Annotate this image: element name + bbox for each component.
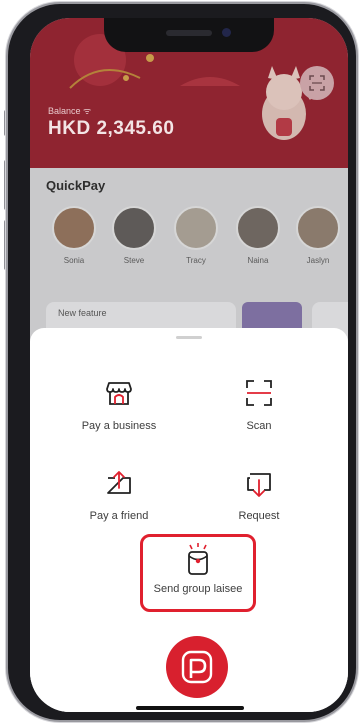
home-indicator [136, 706, 244, 710]
contact-steve[interactable]: Steve [104, 206, 164, 265]
contact-jaslyn[interactable]: Jaslyn [288, 206, 348, 265]
payme-logo-icon [181, 650, 213, 684]
action-label: Pay a friend [89, 510, 149, 522]
send-money-icon [107, 471, 131, 494]
contact-name: Tracy [186, 256, 206, 265]
quickpay-title: QuickPay [46, 178, 106, 193]
sheet-grabber[interactable] [176, 336, 202, 339]
scan-button[interactable]: Scan [194, 378, 324, 458]
phone-screen: Balance ᯤ HKD 2,345.60 QuickPay Sonia St… [30, 18, 348, 712]
action-label: Request [238, 510, 280, 522]
storefront-icon [106, 382, 132, 405]
contact-name: Sonia [63, 256, 85, 265]
avatar [236, 206, 280, 250]
action-label: Pay a business [81, 420, 157, 432]
avatar [296, 206, 340, 250]
action-label: Scan [246, 420, 272, 432]
pay-a-business-button[interactable]: Pay a business [54, 378, 184, 458]
send-group-laisee-button[interactable]: Send group laisee [140, 534, 256, 612]
request-money-icon [247, 473, 271, 497]
feature-label: New feature [58, 308, 107, 318]
phone-frame: Balance ᯤ HKD 2,345.60 QuickPay Sonia St… [8, 4, 356, 720]
scan-icon [246, 380, 272, 406]
notch [104, 18, 274, 52]
payme-close-button[interactable] [166, 636, 228, 698]
avatar [174, 206, 218, 250]
red-packet-icon [188, 543, 208, 575]
contact-name: Steve [123, 256, 145, 265]
laisee-label: Send group laisee [153, 583, 243, 595]
contact-tracy[interactable]: Tracy [166, 206, 226, 265]
quickpay-contacts: Sonia Steve Tracy Naina Jaslyn [44, 206, 348, 276]
balance-label: Balance ᯤ [48, 106, 92, 116]
avatar [112, 206, 156, 250]
contact-name: Jaslyn [306, 256, 330, 265]
avatar [52, 206, 96, 250]
pay-actions-sheet: Pay a business Scan Pay a friend Request… [30, 328, 348, 712]
contact-name: Naina [247, 256, 269, 265]
contact-sonia[interactable]: Sonia [44, 206, 104, 265]
contact-naina[interactable]: Naina [228, 206, 288, 265]
balance-amount: HKD 2,345.60 [48, 118, 175, 139]
header-scan-button[interactable] [300, 66, 334, 100]
scan-icon [309, 75, 325, 91]
